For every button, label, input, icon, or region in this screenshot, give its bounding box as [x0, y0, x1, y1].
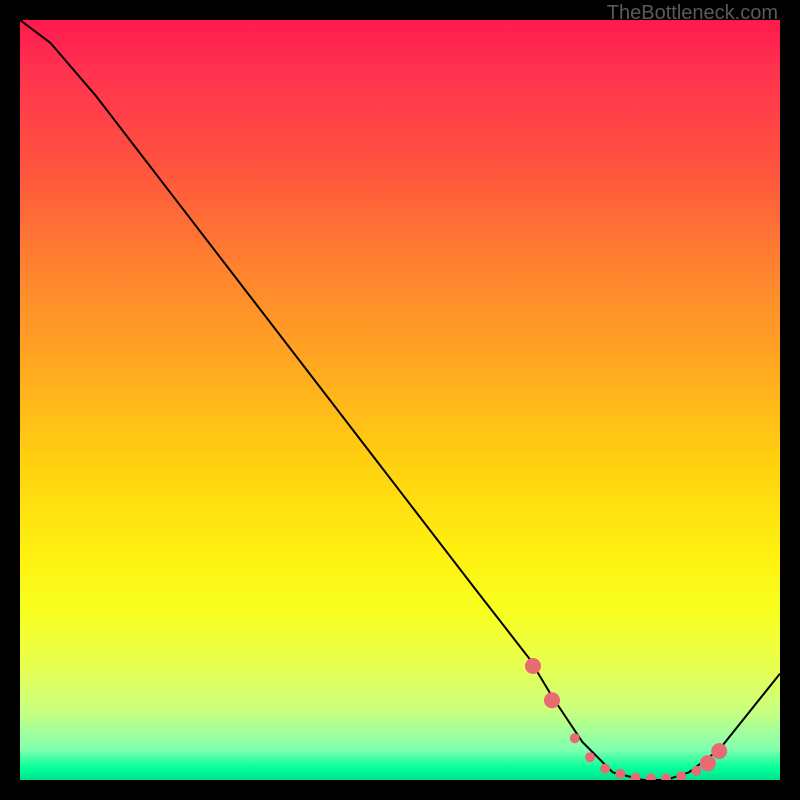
marker-point — [544, 692, 560, 708]
marker-point — [676, 771, 686, 780]
marker-point — [691, 766, 701, 776]
marker-point — [661, 774, 671, 781]
marker-point — [646, 774, 656, 781]
watermark-text: TheBottleneck.com — [607, 2, 778, 25]
chart-container: TheBottleneck.com — [0, 0, 800, 800]
bottleneck-curve-path — [20, 20, 780, 780]
marker-point — [600, 764, 610, 774]
marker-point — [525, 658, 541, 674]
marker-point — [615, 769, 625, 779]
marker-point — [585, 752, 595, 762]
plot-area — [20, 20, 780, 780]
highlight-markers — [525, 658, 727, 780]
marker-point — [631, 773, 641, 780]
curve-svg — [20, 20, 780, 780]
marker-point — [711, 743, 727, 759]
marker-point — [570, 733, 580, 743]
marker-point — [700, 755, 716, 771]
